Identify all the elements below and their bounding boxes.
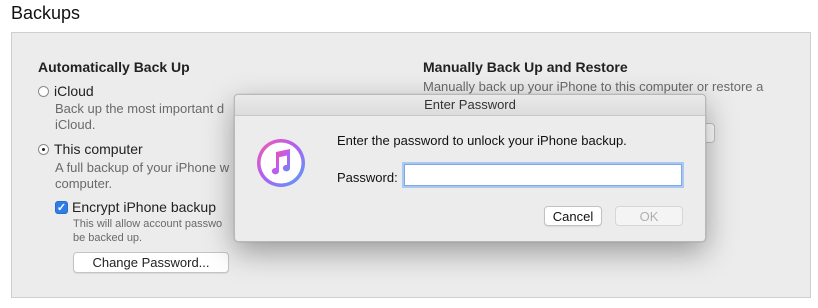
encrypt-desc: This will allow account passwo be backed… (73, 217, 222, 245)
manual-backup-title: Manually Back Up and Restore (423, 59, 628, 75)
cancel-button[interactable]: Cancel (544, 206, 602, 226)
manual-backup-desc: Manually back up your iPhone to this com… (423, 79, 764, 94)
icloud-desc-line2: iCloud. (55, 117, 96, 132)
ok-button[interactable]: OK (615, 206, 683, 226)
encrypt-desc-line1: This will allow account passwo (73, 218, 223, 230)
this-computer-label: This computer (54, 141, 143, 157)
icloud-desc-line1: Back up the most important d (55, 101, 225, 116)
back-up-now-button[interactable] (705, 123, 715, 143)
checkmark-icon: ✓ (55, 200, 68, 214)
computer-desc-line1: A full backup of your iPhone w (55, 160, 230, 175)
encrypt-backup-checkbox[interactable]: ✓ Encrypt iPhone backup (55, 199, 216, 215)
auto-backup-title: Automatically Back Up (38, 59, 190, 75)
this-computer-desc: A full backup of your iPhone w computer. (55, 160, 229, 192)
radio-icon (38, 85, 49, 97)
encrypt-label: Encrypt iPhone backup (72, 199, 216, 215)
dialog-prompt: Enter the password to unlock your iPhone… (337, 133, 627, 148)
this-computer-radio[interactable]: This computer (38, 141, 143, 157)
icloud-radio[interactable]: iCloud (38, 83, 94, 99)
icloud-label: iCloud (54, 83, 94, 99)
icloud-desc: Back up the most important d iCloud. (55, 101, 224, 133)
itunes-note-icon (257, 139, 305, 187)
change-password-button[interactable]: Change Password... (73, 252, 229, 273)
enter-password-dialog: Enter Password Enter the password to unl… (234, 94, 706, 242)
encrypt-desc-line2: be backed up. (73, 232, 143, 244)
password-label: Password: (337, 170, 398, 185)
computer-desc-line2: computer. (55, 176, 113, 191)
radio-selected-icon (38, 143, 49, 155)
section-title: Backups (11, 3, 81, 23)
password-input[interactable] (404, 164, 682, 186)
dialog-title: Enter Password (235, 95, 705, 116)
